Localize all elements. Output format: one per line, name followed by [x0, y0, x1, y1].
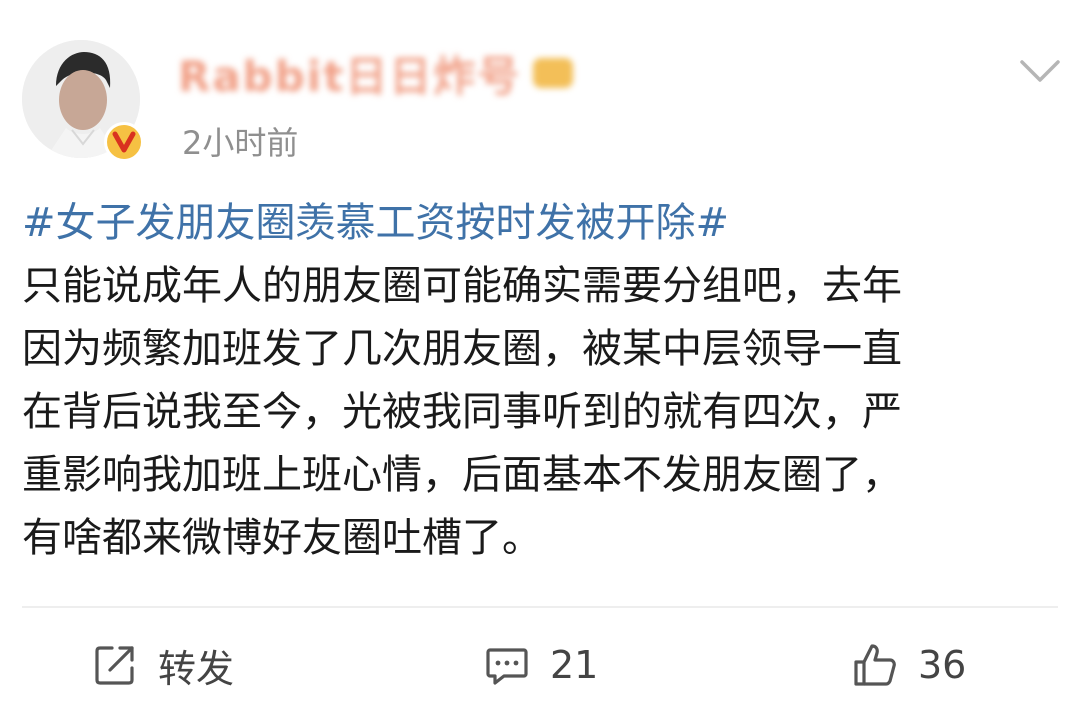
- author-name[interactable]: Rabbit日日炸号: [178, 50, 574, 101]
- repost-button[interactable]: 转发: [90, 636, 234, 694]
- like-button[interactable]: 36: [850, 636, 966, 694]
- like-count: 36: [918, 643, 967, 687]
- chevron-down-icon: [1020, 60, 1060, 82]
- verified-v-icon: [104, 122, 144, 162]
- post-menu-button[interactable]: [1014, 52, 1066, 92]
- topic-hashtag-link[interactable]: #女子发朋友圈羡慕工资按时发被开除#: [22, 192, 1058, 255]
- comment-button[interactable]: 21: [482, 636, 598, 694]
- post-timestamp: 2小时前: [182, 124, 299, 162]
- post-text-line: 只能说成年人的朋友圈可能确实需要分组吧，去年: [22, 263, 902, 309]
- comment-icon: [486, 648, 528, 685]
- post-text-line: 重影响我加班上班心情，后面基本不发朋友圈了，: [22, 452, 902, 498]
- author-name-text: Rabbit日日炸号: [178, 51, 522, 101]
- post-text-line: 在背后说我至今，光被我同事听到的就有四次，严: [22, 389, 902, 435]
- repost-label: 转发: [158, 646, 235, 691]
- post-text-line: 因为频繁加班发了几次朋友圈，被某中层领导一直: [22, 326, 902, 372]
- vip-crown-icon: [533, 58, 574, 88]
- author-avatar[interactable]: [22, 40, 146, 164]
- divider: [22, 606, 1058, 608]
- share-icon: [95, 646, 134, 685]
- comment-count: 21: [550, 643, 599, 687]
- thumbs-up-icon: [854, 644, 896, 686]
- post-text-line: 有啥都来微博好友圈吐槽了。: [22, 515, 542, 561]
- post-content: #女子发朋友圈羡慕工资按时发被开除# 只能说成年人的朋友圈可能确实需要分组吧，去…: [22, 192, 1058, 570]
